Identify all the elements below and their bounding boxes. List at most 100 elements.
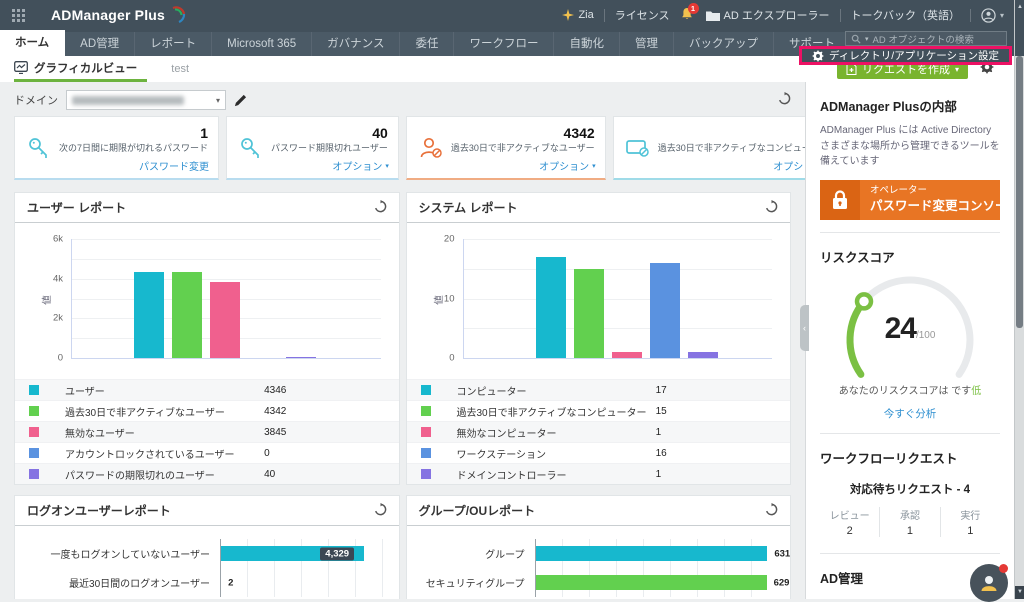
card-value: 4342	[451, 126, 595, 140]
options-dropdown[interactable]: オプション▾	[539, 158, 596, 173]
tab-バックアップ[interactable]: バックアップ	[674, 32, 774, 56]
key-icon	[26, 135, 52, 166]
workflow-col-execute[interactable]: 実行 1	[940, 507, 1000, 537]
legend-row[interactable]: 過去30日で非アクティブなコンピューター15	[407, 400, 791, 421]
bar-無効なユーザー[interactable]	[210, 282, 240, 358]
domain-select[interactable]: ▾	[66, 90, 226, 110]
app-logo-text: ADManager Plus	[51, 7, 165, 23]
tab-test[interactable]: test	[171, 63, 189, 75]
tab-レポート[interactable]: レポート	[135, 32, 212, 56]
legend-row[interactable]: ドメインコントローラー1	[407, 463, 791, 484]
zia-item[interactable]: Zia	[562, 9, 593, 21]
analyze-now-link[interactable]: 今すぐ分析	[820, 406, 1000, 421]
card-passwords-expiring[interactable]: 1 次の7日間に期限が切れるパスワード パスワード変更	[14, 116, 219, 180]
app-logo: ADManager Plus	[51, 5, 187, 25]
tab-委任[interactable]: 委任	[400, 32, 454, 56]
tab-Microsoft 365[interactable]: Microsoft 365	[212, 32, 312, 56]
tab-管理[interactable]: 管理	[620, 32, 674, 56]
chat-notification-dot	[999, 564, 1008, 573]
card-inactive-computers[interactable]: 15 過去30日で非アクティブなコンピューター オプション▾	[613, 116, 805, 180]
tab-graphical-view[interactable]: グラフィカルビュー	[14, 56, 147, 82]
notifications-bell[interactable]: 1	[680, 7, 696, 23]
scrollbar-thumb[interactable]	[1016, 56, 1023, 328]
tab-ガバナンス[interactable]: ガバナンス	[312, 32, 400, 56]
options-dropdown[interactable]: オプション▾	[773, 158, 805, 173]
assistant-avatar-icon	[978, 572, 1000, 594]
hbar-value: 629	[774, 577, 790, 588]
legend-row[interactable]: ユーザー4346	[15, 379, 399, 400]
legend-label: アカウントロックされているユーザー	[65, 446, 264, 461]
tab-AD管理[interactable]: AD管理	[65, 32, 135, 56]
license-link[interactable]: ライセンス	[615, 7, 670, 23]
domain-label: ドメイン	[14, 92, 58, 108]
legend-value: 40	[264, 469, 275, 480]
directory-application-settings-button[interactable]: ディレクトリ/アプリケーション設定	[799, 46, 1012, 65]
tab-自動化[interactable]: 自動化	[554, 32, 620, 56]
legend-value: 4342	[264, 406, 286, 417]
card-inactive-users[interactable]: 4342 過去30日で非アクティブなユーザー オプション▾	[406, 116, 606, 180]
edit-pencil-icon[interactable]	[234, 94, 247, 107]
bar-ユーザー[interactable]	[134, 272, 164, 358]
chevron-down-icon: ▾	[955, 65, 959, 74]
legend-swatch	[421, 427, 431, 437]
bar-過去30日で非アクティブなユーザー[interactable]	[172, 272, 202, 358]
hbar-row: 一度もログオンしていないユーザー4,329	[15, 539, 387, 568]
scroll-up-arrow[interactable]: ▲	[1015, 0, 1024, 56]
refresh-panel-icon[interactable]	[765, 503, 778, 519]
bar-コンピューター[interactable]	[536, 257, 566, 358]
search-scope-caret-icon[interactable]: ▾	[865, 35, 869, 43]
console-label: パスワード変更コンソール	[870, 198, 1014, 214]
legend-row[interactable]: アカウントロックされているユーザー0	[15, 442, 399, 463]
options-dropdown[interactable]: オプション▾	[332, 158, 389, 173]
bar-ドメインコントローラー[interactable]	[688, 352, 718, 358]
refresh-panel-icon[interactable]	[765, 200, 778, 216]
password-change-link[interactable]: パスワード変更	[139, 158, 209, 173]
card-password-expired-users[interactable]: 40 パスワード期限切れユーザー オプション▾	[226, 116, 399, 180]
ad-explorer-link[interactable]: AD エクスプローラー	[706, 7, 830, 23]
legend-row[interactable]: 無効なコンピューター1	[407, 421, 791, 442]
gear-icon	[812, 50, 824, 62]
stat-cards: 1 次の7日間に期限が切れるパスワード パスワード変更 40 パスワード期限切れ…	[14, 116, 791, 180]
hbar-area: 4,329	[220, 539, 387, 568]
legend-row[interactable]: コンピューター17	[407, 379, 791, 400]
refresh-dashboard-icon[interactable]	[778, 92, 791, 108]
bar-過去30日で非アクティブなコンピューター[interactable]	[574, 269, 604, 358]
workflow-col-review[interactable]: レビュー 2	[820, 507, 879, 537]
y-tick: 0	[449, 353, 454, 364]
account-menu[interactable]: ▾	[981, 8, 1004, 23]
vertical-scrollbar[interactable]: ▲ ▼	[1014, 0, 1024, 599]
scroll-down-arrow[interactable]: ▼	[1015, 586, 1024, 599]
legend-value: 4346	[264, 385, 286, 396]
bar-無効なコンピューター[interactable]	[612, 352, 642, 358]
ad-object-search[interactable]: ▾ AD オブジェクトの検索	[845, 31, 1007, 46]
folder-icon	[706, 10, 720, 21]
ad-mgmt-link[interactable]: アカウント作成（CSVインポート）	[820, 595, 1000, 600]
hbar-value: 631	[774, 548, 790, 559]
legend-swatch	[29, 385, 39, 395]
legend-row[interactable]: ワークステーション16	[407, 442, 791, 463]
workflow-col-approve[interactable]: 承認 1	[879, 507, 939, 537]
y-tick: 10	[444, 293, 455, 304]
bar-ワークステーション[interactable]	[650, 263, 680, 358]
legend-row[interactable]: 過去30日で非アクティブなユーザー4342	[15, 400, 399, 421]
group-ou-chart: グループ631セキュリティグループ629	[407, 526, 791, 597]
bar-パスワードの期限切れのユーザー[interactable]	[286, 357, 316, 358]
sidebar-collapse-handle[interactable]: ‹	[800, 305, 809, 351]
refresh-panel-icon[interactable]	[374, 200, 387, 216]
legend-value: 16	[656, 448, 667, 459]
legend-row[interactable]: パスワードの期限切れのユーザー40	[15, 463, 399, 484]
risk-level-low: 低	[971, 386, 981, 397]
bar-グループ[interactable]	[536, 546, 768, 561]
talkback-link[interactable]: トークバック（英語）	[851, 7, 960, 23]
password-change-console-button[interactable]: オペレーター パスワード変更コンソール	[820, 180, 1000, 220]
tab-ワークフロー[interactable]: ワークフロー	[454, 32, 554, 56]
card-label: 次の7日間に期限が切れるパスワード	[59, 143, 208, 154]
apps-grid-icon[interactable]	[12, 9, 25, 22]
bar-セキュリティグループ[interactable]	[536, 575, 767, 590]
legend-value: 1	[656, 427, 662, 438]
panel-system-report: システム レポート 値 20100 コンピューター17過去30日で非アクティブな…	[406, 192, 792, 485]
y-axis-label: 値	[430, 295, 444, 305]
legend-row[interactable]: 無効なユーザー3845	[15, 421, 399, 442]
refresh-panel-icon[interactable]	[374, 503, 387, 519]
tab-ホーム[interactable]: ホーム	[0, 30, 65, 56]
